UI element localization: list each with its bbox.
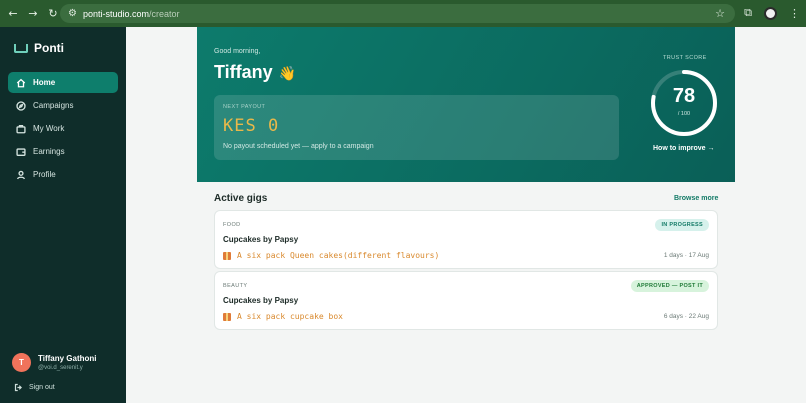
browse-more-link[interactable]: Browse more bbox=[674, 195, 718, 202]
extensions-icon[interactable]: ⧉ bbox=[744, 6, 752, 20]
trust-score-label: TRUST SCORE bbox=[663, 55, 707, 61]
gig-card[interactable]: BEAUTY APPROVED — POST IT Cupcakes by Pa… bbox=[214, 271, 718, 330]
greeting: Good morning, bbox=[214, 48, 261, 55]
user-name: Tiffany Gathoni bbox=[38, 354, 97, 363]
wallet-icon bbox=[16, 147, 26, 157]
user-handle: @voi.d_serenit.y bbox=[38, 365, 83, 371]
url-host: ponti-studio.com bbox=[82, 8, 150, 19]
sidebar-item-earnings[interactable]: Earnings bbox=[8, 141, 118, 162]
gig-card[interactable]: FOOD IN PROGRESS Cupcakes by Papsy A six… bbox=[214, 210, 718, 269]
user-card[interactable]: T Tiffany Gathoni @voi.d_serenit.y bbox=[12, 353, 97, 372]
main-content: Good morning, Tiffany 👋 NEXT PAYOUT KES 0… bbox=[126, 27, 806, 403]
reload-icon[interactable]: ↻ bbox=[46, 7, 60, 21]
how-to-improve-link[interactable]: How to improve → bbox=[653, 145, 714, 152]
next-payout-card: NEXT PAYOUT KES 0 No payout scheduled ye… bbox=[214, 95, 619, 160]
browser-toolbar: ← → ↻ ⚙ ponti-studio.com/creator ☆ ⧉ ⋮ bbox=[0, 0, 806, 27]
status-badge: IN PROGRESS bbox=[655, 219, 709, 231]
sidebar-item-my-work[interactable]: My Work bbox=[8, 118, 118, 139]
avatar: T bbox=[12, 353, 31, 372]
sign-out-button[interactable]: Sign out bbox=[14, 383, 55, 392]
sidebar-item-campaigns[interactable]: Campaigns bbox=[8, 95, 118, 116]
gig-reward-text: A six pack Queen cakes(different flavour… bbox=[237, 251, 440, 260]
gig-reward-text: A six pack cupcake box bbox=[237, 312, 343, 321]
wave-icon: 👋 bbox=[278, 65, 297, 81]
gig-reward: A six pack cupcake box bbox=[223, 312, 343, 321]
sidebar-item-label: Earnings bbox=[33, 147, 65, 156]
sidebar-item-profile[interactable]: Profile bbox=[8, 164, 118, 185]
trust-score-value: 78 bbox=[672, 85, 696, 107]
trust-score-max: / 100 bbox=[677, 111, 691, 117]
brand-name: Ponti bbox=[34, 41, 64, 55]
sidebar-item-label: Home bbox=[33, 78, 56, 87]
sidebar-item-home[interactable]: Home bbox=[8, 72, 118, 93]
gig-meta: 6 days · 22 Aug bbox=[663, 313, 709, 320]
gift-icon bbox=[223, 312, 231, 321]
gig-category: BEAUTY bbox=[223, 283, 248, 289]
address-bar[interactable]: ⚙ ponti-studio.com/creator ☆ bbox=[60, 4, 735, 23]
back-icon[interactable]: ← bbox=[6, 7, 20, 21]
sign-out-icon bbox=[14, 383, 22, 392]
sidebar-item-label: My Work bbox=[33, 124, 65, 133]
browser-menu-icon[interactable]: ⋮ bbox=[789, 7, 800, 20]
brand[interactable]: Ponti bbox=[14, 41, 64, 55]
user-first-name: Tiffany bbox=[214, 62, 273, 82]
bookmark-star-icon[interactable]: ☆ bbox=[715, 7, 725, 20]
payout-note: No payout scheduled yet — apply to a cam… bbox=[223, 143, 374, 150]
sidebar: Ponti Home Campaigns My Work Earnings Pr… bbox=[0, 27, 126, 403]
url-path: /creator bbox=[149, 8, 180, 19]
section-title: Active gigs bbox=[214, 193, 268, 204]
forward-icon[interactable]: → bbox=[26, 7, 40, 21]
home-icon bbox=[16, 78, 26, 88]
compass-icon bbox=[16, 100, 26, 111]
brand-logo-icon bbox=[14, 43, 28, 53]
site-settings-icon[interactable]: ⚙ bbox=[68, 8, 77, 19]
gig-title: Cupcakes by Papsy bbox=[223, 235, 299, 244]
briefcase-icon bbox=[16, 124, 26, 134]
gig-meta: 1 days · 17 Aug bbox=[663, 252, 709, 259]
status-badge: APPROVED — POST IT bbox=[630, 280, 709, 292]
sign-out-label: Sign out bbox=[29, 384, 55, 391]
sidebar-item-label: Campaigns bbox=[33, 101, 74, 110]
gig-category: FOOD bbox=[223, 222, 241, 228]
sidebar-item-label: Profile bbox=[33, 170, 56, 179]
gig-reward: A six pack Queen cakes(different flavour… bbox=[223, 251, 439, 260]
page-title: Tiffany 👋 bbox=[214, 62, 296, 83]
user-icon bbox=[16, 170, 26, 180]
sidebar-nav: Home Campaigns My Work Earnings Profile bbox=[8, 72, 118, 187]
gift-icon bbox=[223, 251, 231, 260]
browser-profile-avatar[interactable] bbox=[764, 6, 777, 20]
gig-title: Cupcakes by Papsy bbox=[223, 296, 299, 305]
payout-label: NEXT PAYOUT bbox=[223, 104, 266, 110]
payout-amount: KES 0 bbox=[223, 116, 280, 136]
hero-banner: Good morning, Tiffany 👋 NEXT PAYOUT KES 0… bbox=[197, 27, 735, 182]
